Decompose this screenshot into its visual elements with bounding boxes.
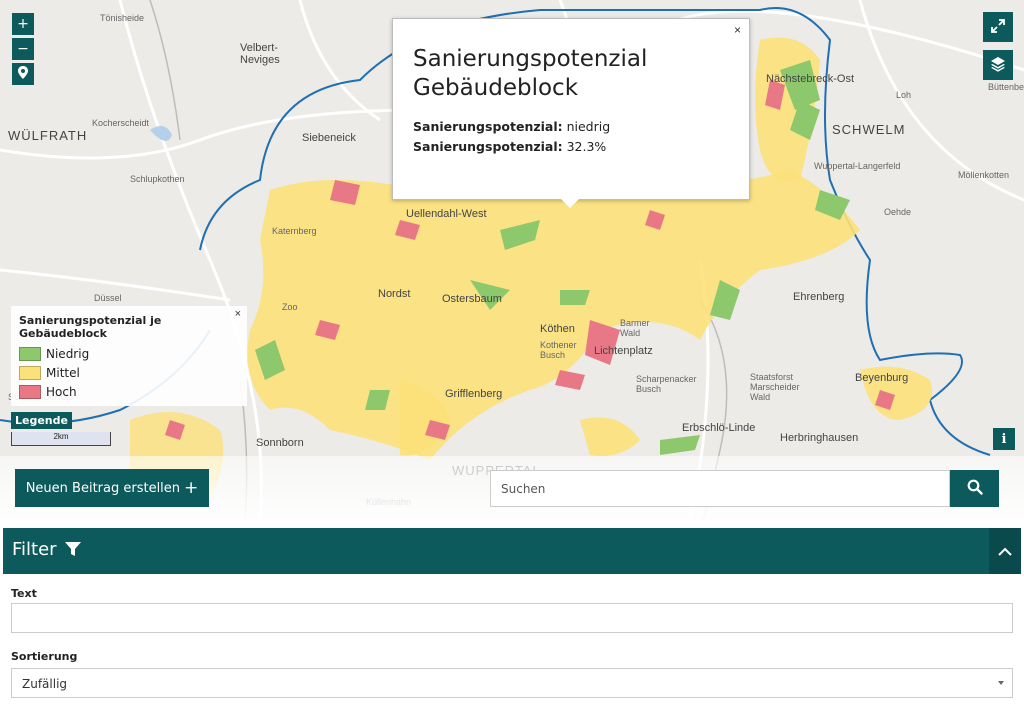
filter-title-text: Filter: [12, 539, 57, 560]
legend-label: Niedrig: [46, 346, 90, 361]
search-input[interactable]: [490, 470, 950, 507]
popup-row-label: Sanierungspotenzial:: [413, 139, 563, 154]
legend-panel: × Sanierungspotenzial je Gebäudeblock Ni…: [11, 306, 247, 406]
info-icon: i: [1001, 432, 1007, 447]
map[interactable]: WÜLFRATH SCHWELM Velbert- Neviges Sieben…: [0, 0, 1024, 520]
layers-button[interactable]: [983, 50, 1013, 80]
locate-button[interactable]: [12, 63, 34, 85]
filter-title: Filter: [12, 539, 82, 560]
block-low[interactable]: [660, 435, 700, 455]
feature-popup: × Sanierungspotenzial Gebäudeblock Sanie…: [392, 18, 750, 208]
legend-title: Sanierungspotenzial je Gebäudeblock: [19, 314, 162, 340]
popup-title: Sanierungspotenzial Gebäudeblock: [413, 45, 729, 103]
filter-collapse-button[interactable]: [989, 528, 1021, 574]
legend-swatch: [19, 346, 41, 361]
popup-title-line1: Sanierungspotenzial: [413, 46, 648, 72]
legend-swatch: [19, 384, 41, 399]
layers-icon: [991, 57, 1005, 72]
chevron-up-icon: [998, 547, 1012, 556]
sort-select[interactable]: Zufällig: [11, 668, 1013, 698]
lake-shape: [150, 126, 172, 141]
expand-icon: [991, 19, 1005, 33]
funnel-icon: [65, 542, 82, 556]
new-post-label: Neuen Beitrag erstellen: [25, 481, 181, 496]
new-post-button[interactable]: Neuen Beitrag erstellen +: [15, 469, 209, 507]
info-button[interactable]: i: [993, 428, 1015, 450]
zoom-in-button[interactable]: +: [12, 13, 34, 35]
legend-item-high: Hoch: [19, 382, 239, 401]
plus-icon: +: [184, 478, 199, 498]
popup-row-label: Sanierungspotenzial:: [413, 119, 563, 134]
legend-label: Mittel: [46, 365, 80, 380]
caret-down-icon: [998, 681, 1004, 685]
search-button[interactable]: [950, 470, 999, 507]
popup-close-button[interactable]: ×: [734, 23, 741, 37]
legend-item-medium: Mittel: [19, 363, 239, 382]
popup-row: Sanierungspotenzial: 32.3%: [413, 137, 729, 157]
scale-bar: 2km: [11, 432, 111, 446]
legend-toggle-button[interactable]: Legende: [11, 412, 72, 429]
sort-select-value: Zufällig: [22, 677, 68, 691]
legend-swatch: [19, 365, 41, 380]
block-high[interactable]: [555, 370, 585, 390]
zoom-out-button[interactable]: −: [12, 38, 34, 60]
block-low[interactable]: [560, 290, 590, 305]
legend-item-low: Niedrig: [19, 344, 239, 363]
popup-title-line2: Gebäudeblock: [413, 75, 579, 101]
block-high[interactable]: [585, 320, 620, 365]
search-icon: [967, 479, 983, 495]
filter-header[interactable]: Filter: [3, 528, 1021, 574]
popup-row: Sanierungspotenzial: niedrig: [413, 117, 729, 137]
text-field-label: Text: [11, 587, 37, 600]
location-pin-icon: [18, 66, 28, 79]
block-region-beyenburg[interactable]: [860, 366, 932, 420]
text-filter-input[interactable]: [11, 603, 1013, 633]
sort-field-label: Sortierung: [11, 650, 78, 663]
legend-label: Hoch: [46, 384, 77, 399]
block-region-south-east[interactable]: [580, 417, 640, 457]
fullscreen-button[interactable]: [983, 12, 1013, 42]
block-region-center[interactable]: [247, 170, 861, 460]
popup-row-value: 32.3%: [562, 139, 607, 154]
popup-row-value: niedrig: [562, 119, 611, 134]
legend-close-button[interactable]: ×: [235, 308, 241, 320]
app: WÜLFRATH SCHWELM Velbert- Neviges Sieben…: [0, 0, 1024, 720]
